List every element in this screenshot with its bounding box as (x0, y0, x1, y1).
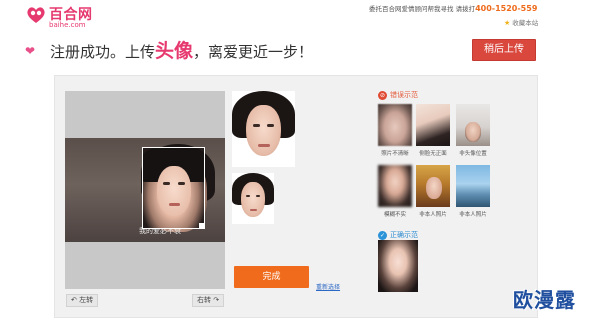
reselect-link[interactable]: 重新选择 (316, 282, 340, 291)
crop-selection-box[interactable] (142, 147, 205, 229)
correct-example-thumb (378, 240, 418, 292)
crop-resize-handle[interactable] (199, 223, 204, 228)
avatar-preview-large (232, 91, 295, 167)
upload-later-button[interactable]: 稍后上传 (472, 39, 536, 61)
example-caption: 照片不清晰 (381, 151, 409, 157)
title-suffix: ，离爱更近一步！ (193, 43, 314, 61)
title-highlight: 头像 (155, 40, 194, 62)
example-caption: 侧脸无正面 (419, 151, 447, 157)
watermark-text: 欧漫露 (513, 288, 576, 312)
done-button[interactable]: 完成 (234, 266, 309, 288)
example-caption: 非本人照片 (419, 212, 447, 218)
hotline-number: 400-1520-559 (475, 4, 538, 13)
example-thumb (456, 104, 490, 146)
site-logo[interactable]: 百合网 baihe.com (26, 3, 110, 31)
title-prefix: 注册成功。上传 (50, 43, 156, 61)
right-heading-label: 正确示范 (390, 231, 418, 239)
hotline-prompt: 委托百合网爱情顾问帮我寻找 请拨打 (369, 5, 476, 13)
favorite-label: 收藏本站 (512, 19, 539, 27)
example-caption: 非头像位置 (459, 151, 487, 157)
example-thumb (378, 165, 412, 207)
rotate-right-label: 右转 (197, 296, 211, 304)
rotate-right-icon: ↷ (213, 296, 220, 304)
rotate-left-icon: ↶ (71, 296, 77, 304)
right-icon: ✓ (378, 230, 387, 240)
rotate-left-label: 左转 (79, 296, 94, 304)
hotline-info: 委托百合网爱情顾问帮我寻找 请拨打400-1520-559 (369, 3, 537, 13)
example-thumb (378, 104, 412, 146)
pink-heart-icon: ❤ (25, 44, 36, 58)
wrong-heading-label: 错误示范 (390, 91, 418, 99)
rotate-left-button[interactable]: ↶ 左转 (66, 294, 99, 307)
example-caption: 模糊不实 (383, 212, 406, 218)
right-examples-heading: ✓ 正确示范 (378, 230, 418, 240)
example-thumb (416, 165, 450, 207)
example-caption: 非本人照片 (459, 212, 487, 218)
logo-domain-text: baihe.com (49, 21, 86, 29)
heart-logo-icon (27, 7, 45, 24)
example-thumb (456, 165, 490, 207)
wrong-examples-heading: ⊘ 错误示范 (378, 90, 418, 100)
star-icon: ★ (504, 19, 511, 27)
avatar-preview-small (232, 173, 274, 224)
favorite-link[interactable]: ★ 收藏本站 (504, 17, 538, 27)
example-thumb (416, 104, 450, 146)
rotate-right-button[interactable]: 右转 ↷ (192, 294, 225, 307)
wrong-icon: ⊘ (378, 90, 387, 100)
page-title: 注册成功。上传头像，离爱更近一步！ (50, 40, 313, 63)
